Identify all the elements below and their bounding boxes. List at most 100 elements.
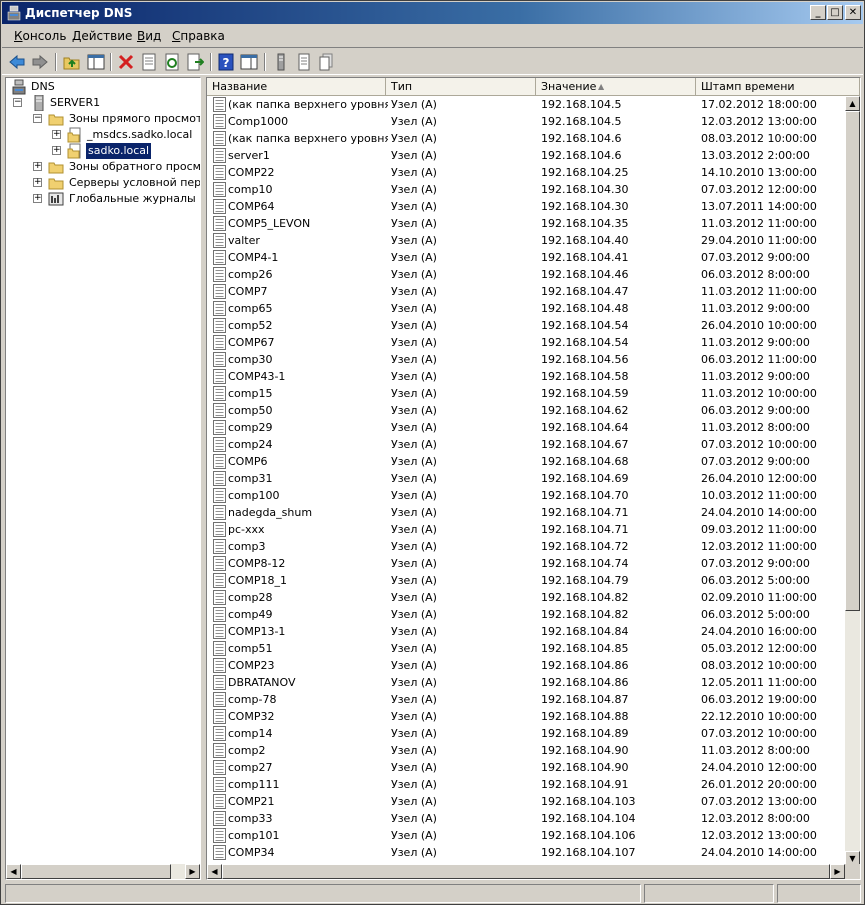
records-button[interactable] xyxy=(315,51,337,73)
scroll-right-icon[interactable]: ▶ xyxy=(185,864,200,879)
table-row[interactable]: COMP6 Узел (A) 192.168.104.68 07.03.2012 9:… xyxy=(207,453,845,470)
table-row[interactable]: nadegda_shum Узел (A) 192.168.104.71 24.04.… xyxy=(207,504,845,521)
table-row[interactable]: comp52 Узел (A) 192.168.104.54 26.04.2010 1… xyxy=(207,317,845,334)
table-row[interactable]: (как папка верхнего уровня) Узел (A) 192.1… xyxy=(207,130,845,147)
scroll-thumb[interactable] xyxy=(222,864,830,879)
show-action-pane-button[interactable] xyxy=(238,51,260,73)
table-row[interactable]: COMP18_1 Узел (A) 192.168.104.79 06.03.2012… xyxy=(207,572,845,589)
table-row[interactable]: COMP7 Узел (A) 192.168.104.47 11.03.2012 11… xyxy=(207,283,845,300)
column-header-type[interactable]: Тип xyxy=(386,78,536,96)
up-level-button[interactable] xyxy=(61,51,83,73)
table-row[interactable]: comp26 Узел (A) 192.168.104.46 06.03.2012 8… xyxy=(207,266,845,283)
table-row[interactable]: comp65 Узел (A) 192.168.104.48 11.03.2012 9… xyxy=(207,300,845,317)
table-row[interactable]: COMP67 Узел (A) 192.168.104.54 11.03.2012 9… xyxy=(207,334,845,351)
host-record-icon xyxy=(213,471,226,486)
scroll-up-icon[interactable]: ▲ xyxy=(845,96,860,111)
scroll-left-icon[interactable]: ◀ xyxy=(6,864,21,879)
menu-view[interactable]: Вид xyxy=(137,29,161,43)
table-row[interactable]: comp51 Узел (A) 192.168.104.85 05.03.2012 1… xyxy=(207,640,845,657)
export-list-button[interactable] xyxy=(184,51,206,73)
table-row[interactable]: comp27 Узел (A) 192.168.104.90 24.04.2010 1… xyxy=(207,759,845,776)
table-row[interactable]: comp100 Узел (A) 192.168.104.70 10.03.2012 … xyxy=(207,487,845,504)
expand-icon[interactable]: + xyxy=(33,162,42,171)
list-vertical-scrollbar[interactable]: ▲ ▼ xyxy=(845,96,860,866)
table-row[interactable]: comp33 Узел (A) 192.168.104.104 12.03.2012 … xyxy=(207,810,845,827)
show-hide-tree-button[interactable] xyxy=(85,51,107,73)
collapse-icon[interactable]: − xyxy=(33,114,42,123)
table-row[interactable]: Comp1000 Узел (A) 192.168.104.5 12.03.2012 … xyxy=(207,113,845,130)
record-button[interactable] xyxy=(293,51,315,73)
table-row[interactable]: COMP64 Узел (A) 192.168.104.30 13.07.2011 1… xyxy=(207,198,845,215)
column-header-timestamp[interactable]: Штамп времени xyxy=(696,78,860,96)
table-row[interactable]: COMP8-12 Узел (A) 192.168.104.74 07.03.2012… xyxy=(207,555,845,572)
table-row[interactable]: comp29 Узел (A) 192.168.104.64 11.03.2012 8… xyxy=(207,419,845,436)
table-row[interactable]: COMP43-1 Узел (A) 192.168.104.58 11.03.2012… xyxy=(207,368,845,385)
table-row[interactable]: comp30 Узел (A) 192.168.104.56 06.03.2012 1… xyxy=(207,351,845,368)
menu-console[interactable]: Консоль xyxy=(14,29,66,43)
expand-icon[interactable]: + xyxy=(52,146,61,155)
title-bar[interactable]: Диспетчер DNS _ □ ✕ xyxy=(2,2,863,24)
table-row[interactable]: valter Узел (A) 192.168.104.40 29.04.2010 1… xyxy=(207,232,845,249)
server-button[interactable] xyxy=(270,51,292,73)
tree-label-dns: DNS xyxy=(31,80,55,93)
tree-node-msdcs[interactable]: + _msdcs.sadko.local xyxy=(52,127,200,143)
minimize-button[interactable]: _ xyxy=(810,5,826,20)
help-button[interactable]: ? xyxy=(215,51,237,73)
table-row[interactable]: COMP32 Узел (A) 192.168.104.88 22.12.2010 1… xyxy=(207,708,845,725)
scroll-right-icon[interactable]: ▶ xyxy=(830,864,845,879)
table-row[interactable]: comp31 Узел (A) 192.168.104.69 26.04.2010 1… xyxy=(207,470,845,487)
scroll-left-icon[interactable]: ◀ xyxy=(207,864,222,879)
tree-node-sadko-local[interactable]: + sadko.local xyxy=(52,142,200,160)
delete-button[interactable] xyxy=(115,51,137,73)
collapse-icon[interactable]: − xyxy=(13,98,22,107)
column-header-value[interactable]: Значение ▲ xyxy=(536,78,696,96)
table-row[interactable]: comp49 Узел (A) 192.168.104.82 06.03.2012 5… xyxy=(207,606,845,623)
scroll-thumb[interactable] xyxy=(845,111,860,611)
table-row[interactable]: comp15 Узел (A) 192.168.104.59 11.03.2012 1… xyxy=(207,385,845,402)
tree-node-global-logs[interactable]: + Глобальные журналы xyxy=(33,191,200,207)
menu-help[interactable]: Справка xyxy=(172,29,225,43)
cell-name: valter xyxy=(228,234,260,247)
table-row[interactable]: comp24 Узел (A) 192.168.104.67 07.03.2012 1… xyxy=(207,436,845,453)
tree-node-conditional-forwarders[interactable]: + Серверы условной перес xyxy=(33,175,200,191)
table-row[interactable]: comp-78 Узел (A) 192.168.104.87 06.03.2012 … xyxy=(207,691,845,708)
tree-node-reverse-zones[interactable]: + Зоны обратного просмотр xyxy=(33,159,200,175)
expand-icon[interactable]: + xyxy=(33,194,42,203)
tree-node-server[interactable]: − SERVER1 xyxy=(13,95,200,111)
table-row[interactable]: comp14 Узел (A) 192.168.104.89 07.03.2012 1… xyxy=(207,725,845,742)
table-row[interactable]: COMP22 Узел (A) 192.168.104.25 14.10.2010 1… xyxy=(207,164,845,181)
table-row[interactable]: COMP13-1 Узел (A) 192.168.104.84 24.04.2010… xyxy=(207,623,845,640)
refresh-button[interactable] xyxy=(161,51,183,73)
table-row[interactable]: COMP34 Узел (A) 192.168.104.107 24.04.2010 … xyxy=(207,844,845,861)
table-row[interactable]: comp111 Узел (A) 192.168.104.91 26.01.2012 … xyxy=(207,776,845,793)
expand-icon[interactable]: + xyxy=(52,130,61,139)
table-row[interactable]: comp3 Узел (A) 192.168.104.72 12.03.2012 11… xyxy=(207,538,845,555)
table-row[interactable]: COMP21 Узел (A) 192.168.104.103 07.03.2012 … xyxy=(207,793,845,810)
properties-button[interactable] xyxy=(138,51,160,73)
expand-icon[interactable]: + xyxy=(33,178,42,187)
table-row[interactable]: COMP4-1 Узел (A) 192.168.104.41 07.03.2012 … xyxy=(207,249,845,266)
table-row[interactable]: comp10 Узел (A) 192.168.104.30 07.03.2012 1… xyxy=(207,181,845,198)
close-button[interactable]: ✕ xyxy=(845,5,861,20)
table-row[interactable]: comp2 Узел (A) 192.168.104.90 11.03.2012 8:… xyxy=(207,742,845,759)
table-row[interactable]: server1 Узел (A) 192.168.104.6 13.03.2012 2… xyxy=(207,147,845,164)
table-row[interactable]: DBRATANOV Узел (A) 192.168.104.86 12.05.201… xyxy=(207,674,845,691)
table-row[interactable]: comp50 Узел (A) 192.168.104.62 06.03.2012 9… xyxy=(207,402,845,419)
forward-button[interactable] xyxy=(29,51,51,73)
table-row[interactable]: pc-xxx Узел (A) 192.168.104.71 09.03.2012 1… xyxy=(207,521,845,538)
back-button[interactable] xyxy=(6,51,28,73)
table-row[interactable]: COMP23 Узел (A) 192.168.104.86 08.03.2012 1… xyxy=(207,657,845,674)
table-row[interactable]: COMP5_LEVON Узел (A) 192.168.104.35 11.03.2… xyxy=(207,215,845,232)
tree-node-forward-zones[interactable]: − Зоны прямого просмотра xyxy=(33,111,200,127)
menu-action[interactable]: Действие xyxy=(72,29,132,43)
table-row[interactable]: (как папка верхнего уровня) Узел (A) 192.1… xyxy=(207,96,845,113)
table-row[interactable]: comp101 Узел (A) 192.168.104.106 12.03.2012… xyxy=(207,827,845,844)
tree-node-dns[interactable]: DNS xyxy=(11,79,200,95)
tree-horizontal-scrollbar[interactable]: ◀ ▶ xyxy=(6,864,200,879)
column-header-name[interactable]: Название xyxy=(207,78,386,96)
cell-value: 192.168.104.71 xyxy=(541,506,629,519)
scroll-thumb[interactable] xyxy=(21,864,171,879)
maximize-button[interactable]: □ xyxy=(827,5,843,20)
table-row[interactable]: comp28 Узел (A) 192.168.104.82 02.09.2010 1… xyxy=(207,589,845,606)
list-horizontal-scrollbar[interactable]: ◀ ▶ xyxy=(207,864,845,879)
